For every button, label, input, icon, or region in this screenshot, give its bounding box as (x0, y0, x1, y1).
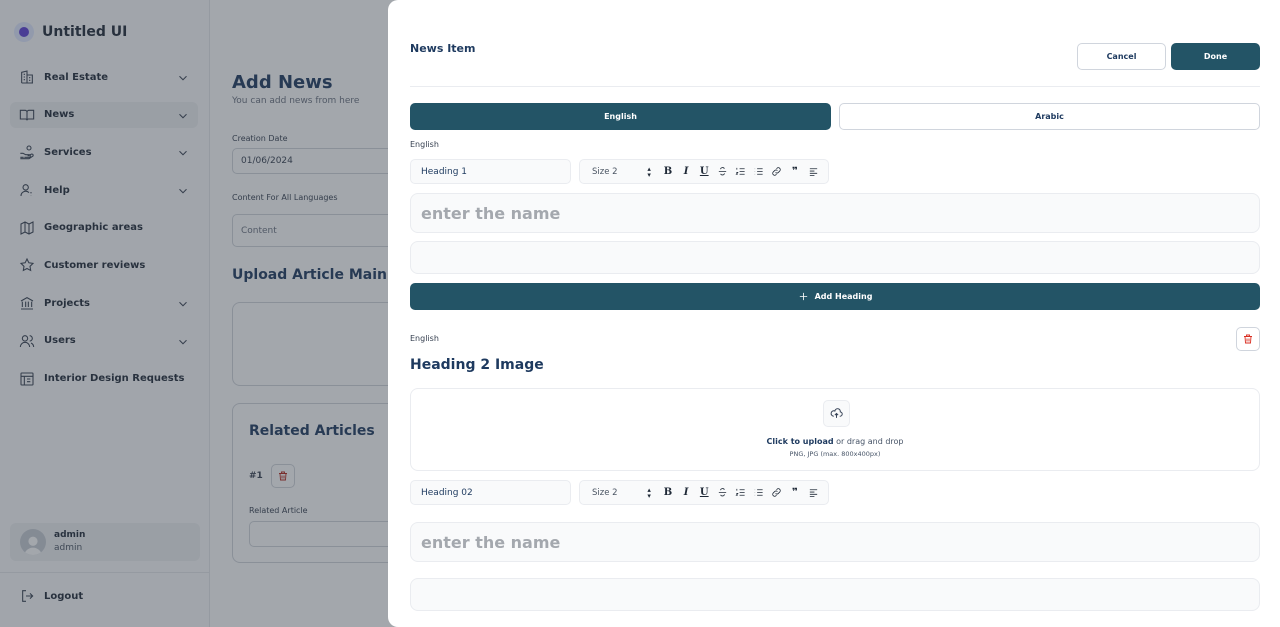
bold-icon[interactable]: B (659, 484, 677, 502)
bold-icon[interactable]: B (659, 163, 677, 181)
drawer-title: News Item (410, 42, 476, 55)
add-heading-label: Add Heading (814, 292, 873, 301)
strikethrough-icon[interactable] (713, 163, 731, 181)
heading-level-select-2[interactable]: Heading 02 (410, 480, 571, 505)
click-to-upload-link[interactable]: Click to upload (766, 437, 833, 446)
align-left-icon[interactable] (804, 484, 822, 502)
image-upload-dropzone[interactable]: Click to upload or drag and drop PNG, JP… (410, 388, 1260, 471)
drawer-divider (410, 86, 1260, 87)
block2-title: Heading 2 Image (410, 357, 544, 373)
block2-language-label: English (410, 334, 439, 343)
name-input[interactable]: enter the name (410, 193, 1260, 233)
done-button[interactable]: Done (1171, 43, 1260, 70)
tab-arabic[interactable]: Arabic (839, 103, 1260, 130)
trash-icon (1244, 334, 1252, 344)
block1-language-label: English (410, 140, 439, 149)
content-editor-2[interactable] (410, 578, 1260, 611)
italic-icon[interactable]: I (677, 484, 695, 502)
bullet-list-icon[interactable] (750, 163, 768, 181)
delete-block-button[interactable] (1236, 327, 1260, 351)
underline-icon[interactable]: U (695, 484, 713, 502)
news-item-drawer: News Item Cancel Done English Arabic Eng… (388, 0, 1280, 627)
strikethrough-icon[interactable] (713, 484, 731, 502)
bullet-list-icon[interactable] (750, 484, 768, 502)
content-editor[interactable] (410, 241, 1260, 274)
heading-level-select[interactable]: Heading 1 (410, 159, 571, 184)
upload-cloud-icon (823, 400, 850, 427)
ordered-list-icon[interactable] (731, 484, 749, 502)
select-arrows-icon: ▴ ▾ (647, 485, 651, 500)
underline-icon[interactable]: U (695, 163, 713, 181)
plus-icon (799, 292, 807, 301)
add-heading-button[interactable]: Add Heading (410, 283, 1260, 310)
font-size-select[interactable]: Size 2 (592, 167, 647, 177)
upload-text: or drag and drop (836, 437, 904, 446)
upload-instructions: Click to upload or drag and drop (411, 437, 1259, 446)
rich-text-toolbar: Size 2 ▴ ▾ B I U ❞ (579, 159, 829, 184)
rich-text-toolbar-2: Size 2 ▴ ▾ B I U ❞ (579, 480, 829, 505)
select-arrows-icon: ▴ ▾ (647, 164, 651, 179)
cancel-button[interactable]: Cancel (1077, 43, 1166, 70)
name-input-2[interactable]: enter the name (410, 522, 1260, 562)
tab-english[interactable]: English (410, 103, 831, 130)
ordered-list-icon[interactable] (731, 163, 749, 181)
link-icon[interactable] (768, 163, 786, 181)
font-size-select-2[interactable]: Size 2 (592, 488, 647, 498)
link-icon[interactable] (768, 484, 786, 502)
quote-icon[interactable]: ❞ (786, 163, 804, 181)
upload-hint: PNG, JPG (max. 800x400px) (789, 450, 881, 458)
align-left-icon[interactable] (804, 163, 822, 181)
quote-icon[interactable]: ❞ (786, 484, 804, 502)
italic-icon[interactable]: I (677, 163, 695, 181)
